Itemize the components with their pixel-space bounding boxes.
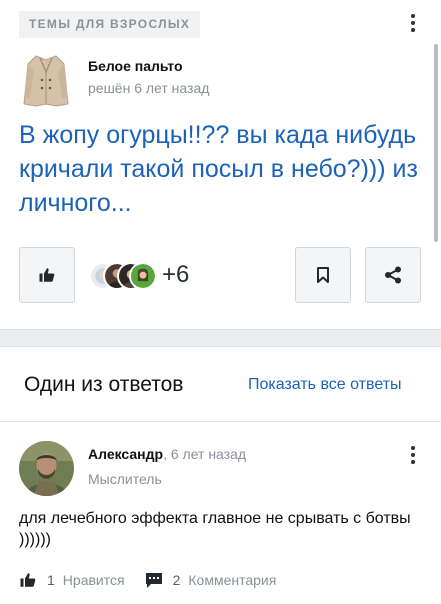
bookmark-button[interactable]: [295, 247, 351, 303]
question-title[interactable]: В жопу огурцы!!?? вы када нибудь кричали…: [19, 118, 429, 220]
answer-author-avatar[interactable]: [19, 441, 74, 496]
answer-author-name[interactable]: Александр: [88, 446, 163, 462]
answers-heading: Один из ответов: [24, 373, 184, 396]
thumbs-up-icon[interactable]: [19, 571, 37, 589]
comment-icon[interactable]: [145, 571, 163, 589]
bookmark-icon: [317, 267, 329, 283]
scrollbar[interactable]: [434, 44, 438, 242]
likers-avatars[interactable]: [89, 262, 157, 290]
answer-time: , 6 лет назад: [163, 446, 247, 462]
author-avatar[interactable]: [20, 50, 72, 110]
more-vertical-icon[interactable]: [403, 443, 423, 467]
show-all-answers-link[interactable]: Показать все ответы: [248, 376, 402, 394]
comments-count: 2: [172, 572, 181, 588]
share-icon: [385, 266, 401, 284]
question-status: решён 6 лет назад: [88, 80, 210, 96]
question-card: ТЕМЫ ДЛЯ ВЗРОСЛЫХ Белое пальто решён 6 л…: [0, 0, 441, 330]
answer-text: для лечебного эффекта главное не срывать…: [19, 510, 411, 548]
answer-meta: Александр, 6 лет назад: [88, 446, 246, 462]
more-vertical-icon[interactable]: [403, 11, 423, 35]
liker-avatar: [129, 262, 157, 290]
answer-author-rank: Мыслитель: [88, 471, 162, 487]
likes-count: 1: [47, 572, 55, 588]
answer-actions: 1 Нравится 2 Комментария: [19, 570, 276, 590]
like-button[interactable]: [19, 247, 75, 303]
category-badge[interactable]: ТЕМЫ ДЛЯ ВЗРОСЛЫХ: [19, 11, 201, 38]
like-link[interactable]: Нравится: [63, 572, 125, 588]
comments-link[interactable]: Комментария: [188, 572, 276, 588]
answers-card: Один из ответов Показать все ответы Алек…: [0, 346, 441, 604]
divider: [0, 421, 441, 422]
share-button[interactable]: [365, 247, 421, 303]
author-name[interactable]: Белое пальто: [88, 58, 183, 74]
thumbs-up-icon: [39, 268, 55, 282]
likers-more-count[interactable]: +6: [162, 261, 189, 289]
